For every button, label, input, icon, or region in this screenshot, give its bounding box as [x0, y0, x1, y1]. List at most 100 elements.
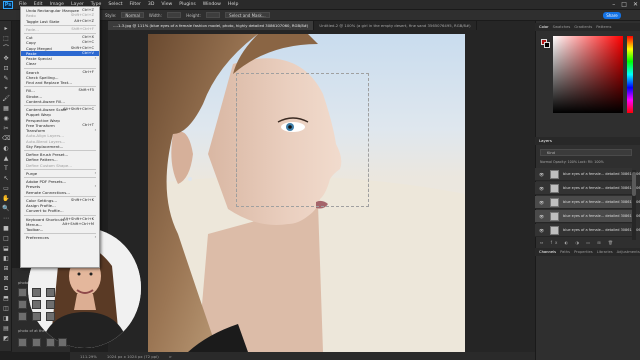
- tool-6-icon[interactable]: ⌖: [2, 85, 10, 93]
- share-button[interactable]: Share: [603, 12, 621, 19]
- edit-menu-item-convert-to-profile[interactable]: Convert to Profile...: [21, 208, 99, 213]
- menu-filter[interactable]: Filter: [130, 2, 141, 7]
- width-input[interactable]: [166, 12, 182, 18]
- tool-5-icon[interactable]: ✎: [2, 75, 10, 83]
- bottom-panel-tab-adjustments[interactable]: Adjustments: [617, 250, 640, 254]
- layer-filter-input[interactable]: Kind: [540, 149, 632, 156]
- tool-11-icon[interactable]: ⌫: [2, 135, 10, 143]
- tool-31-icon[interactable]: ◩: [2, 335, 10, 343]
- history-thumbnail[interactable]: [32, 338, 41, 347]
- color-panel-tab-color[interactable]: Color: [539, 25, 549, 29]
- edit-menu-item-remote-connections[interactable]: Remote Connections...: [21, 190, 99, 195]
- photoshop-logo[interactable]: Ps: [3, 0, 13, 9]
- tool-17-icon[interactable]: ✋: [2, 195, 10, 203]
- document-tab[interactable]: Untitled-2 @ 100% (a girl in the empty d…: [314, 21, 477, 30]
- bottom-panel-tab-libraries[interactable]: Libraries: [597, 250, 613, 254]
- tool-26-icon[interactable]: ⧉: [2, 285, 10, 293]
- tool-27-icon[interactable]: ⬒: [2, 295, 10, 303]
- color-panel-tab-patterns[interactable]: Patterns: [596, 25, 611, 29]
- tool-25-icon[interactable]: ⊠: [2, 275, 10, 283]
- history-thumbnail[interactable]: [18, 312, 27, 321]
- tool-12-icon[interactable]: ◐: [2, 145, 10, 153]
- history-thumbnail[interactable]: [46, 288, 55, 297]
- select-mask-button[interactable]: Select and Mask...: [225, 12, 270, 18]
- tool-28-icon[interactable]: ◫: [2, 305, 10, 313]
- layer-row[interactable]: 👁 blue eyes of a female... detailed 30861…: [535, 196, 640, 209]
- history-thumbnail[interactable]: [46, 338, 55, 347]
- menu-window[interactable]: Window: [203, 2, 221, 7]
- tool-8-icon[interactable]: ▦: [2, 105, 10, 113]
- tool-21-icon[interactable]: □: [2, 235, 10, 243]
- edit-menu-item-clear[interactable]: Clear: [21, 61, 99, 66]
- visibility-eye-icon[interactable]: 👁: [539, 186, 544, 191]
- tool-23-icon[interactable]: ◧: [2, 255, 10, 263]
- menu-select[interactable]: Select: [108, 2, 122, 7]
- layer-row[interactable]: 👁 blue eyes of a female... detailed 30861…: [535, 182, 640, 195]
- visibility-eye-icon[interactable]: 👁: [539, 200, 544, 205]
- tool-19-icon[interactable]: ⋯: [2, 215, 10, 223]
- color-panel-tab-swatches[interactable]: Swatches: [553, 25, 571, 29]
- tool-13-icon[interactable]: ▲: [2, 155, 10, 163]
- background-color-swatch[interactable]: [544, 42, 550, 48]
- edit-menu-item-sky-replacement[interactable]: Sky Replacement...: [21, 144, 99, 149]
- bottom-panel-tab-properties[interactable]: Properties: [574, 250, 593, 254]
- history-thumbnail[interactable]: [32, 288, 41, 297]
- tool-14-icon[interactable]: T: [2, 165, 10, 173]
- tool-0-icon[interactable]: ▸: [2, 25, 10, 33]
- visibility-eye-icon[interactable]: 👁: [539, 172, 544, 177]
- document-tab-active[interactable]: ...-1-3.jpg @ 111% (blue eyes of a femal…: [108, 21, 315, 30]
- menu-help[interactable]: Help: [228, 2, 238, 7]
- history-thumbnail[interactable]: [32, 300, 41, 309]
- edit-menu-item-find-and-replace-text[interactable]: Find and Replace Text...: [21, 80, 99, 85]
- tool-20-icon[interactable]: ■: [2, 225, 10, 233]
- edit-menu-item-toggle-last-state[interactable]: Toggle Last State Alt+Ctrl+Z: [21, 19, 99, 24]
- close-icon[interactable]: ✕: [633, 1, 638, 8]
- color-panel-tab-gradients[interactable]: Gradients: [574, 25, 592, 29]
- history-thumbnail[interactable]: [58, 338, 67, 347]
- layer-row[interactable]: 👁 blue eyes of a female... detailed 30861…: [535, 224, 640, 237]
- hue-slider[interactable]: [627, 36, 633, 113]
- menu-plugins[interactable]: Plugins: [179, 2, 195, 7]
- history-thumbnail[interactable]: [18, 288, 27, 297]
- tool-15-icon[interactable]: ↖: [2, 175, 10, 183]
- visibility-eye-icon[interactable]: 👁: [539, 228, 544, 233]
- rectangular-selection[interactable]: [236, 73, 369, 207]
- history-thumbnail[interactable]: [18, 338, 27, 347]
- tool-30-icon[interactable]: ▤: [2, 325, 10, 333]
- menu-3d[interactable]: 3D: [148, 2, 154, 7]
- minimize-icon[interactable]: –: [612, 1, 615, 8]
- history-thumbnail[interactable]: [18, 300, 27, 309]
- tool-24-icon[interactable]: ⊞: [2, 265, 10, 273]
- bottom-panel-tab-paths[interactable]: Paths: [560, 250, 570, 254]
- tool-7-icon[interactable]: 🖌: [2, 95, 10, 103]
- tool-10-icon[interactable]: ✂: [2, 125, 10, 133]
- tool-4-icon[interactable]: ⊡: [2, 65, 10, 73]
- style-select[interactable]: Normal: [121, 12, 144, 18]
- history-thumbnail[interactable]: [46, 300, 55, 309]
- edit-menu-item-content-aware-fill[interactable]: Content-Aware Fill...: [21, 99, 99, 104]
- tool-29-icon[interactable]: ◨: [2, 315, 10, 323]
- maximize-icon[interactable]: □: [621, 1, 627, 8]
- color-picker-field[interactable]: [553, 36, 623, 113]
- layers-panel-title[interactable]: Layers: [535, 137, 640, 145]
- tool-16-icon[interactable]: ▭: [2, 185, 10, 193]
- edit-menu-item-purge[interactable]: Purge ›: [21, 171, 99, 176]
- height-input[interactable]: [205, 12, 221, 18]
- bottom-panel-tab-channels[interactable]: Channels: [539, 250, 556, 254]
- history-thumbnail[interactable]: [32, 312, 41, 321]
- layer-row[interactable]: 👁 blue eyes of a female... detailed 30861…: [535, 210, 640, 223]
- layer-options[interactable]: Normal Opacity: 100% Lock: Fill: 100%: [540, 160, 632, 165]
- tool-22-icon[interactable]: ⬓: [2, 245, 10, 253]
- layers-scroll-thumb[interactable]: [632, 172, 636, 196]
- tool-1-icon[interactable]: ⬚: [2, 35, 10, 43]
- history-thumbnail[interactable]: [46, 312, 55, 321]
- tool-18-icon[interactable]: 🔍: [2, 205, 10, 213]
- tool-3-icon[interactable]: ✥: [2, 55, 10, 63]
- edit-menu-item-toolbar[interactable]: Toolbar...: [21, 227, 99, 232]
- status-arrow[interactable]: >: [169, 354, 172, 359]
- zoom-level[interactable]: 111.29%: [80, 354, 97, 359]
- tool-2-icon[interactable]: ⌒: [2, 45, 10, 53]
- layers-footer-icons[interactable]: ⇔ fx ◐ ◑ ▭ ⊞ 🗑: [540, 240, 632, 246]
- tool-9-icon[interactable]: ◉: [2, 115, 10, 123]
- menu-view[interactable]: View: [161, 2, 172, 7]
